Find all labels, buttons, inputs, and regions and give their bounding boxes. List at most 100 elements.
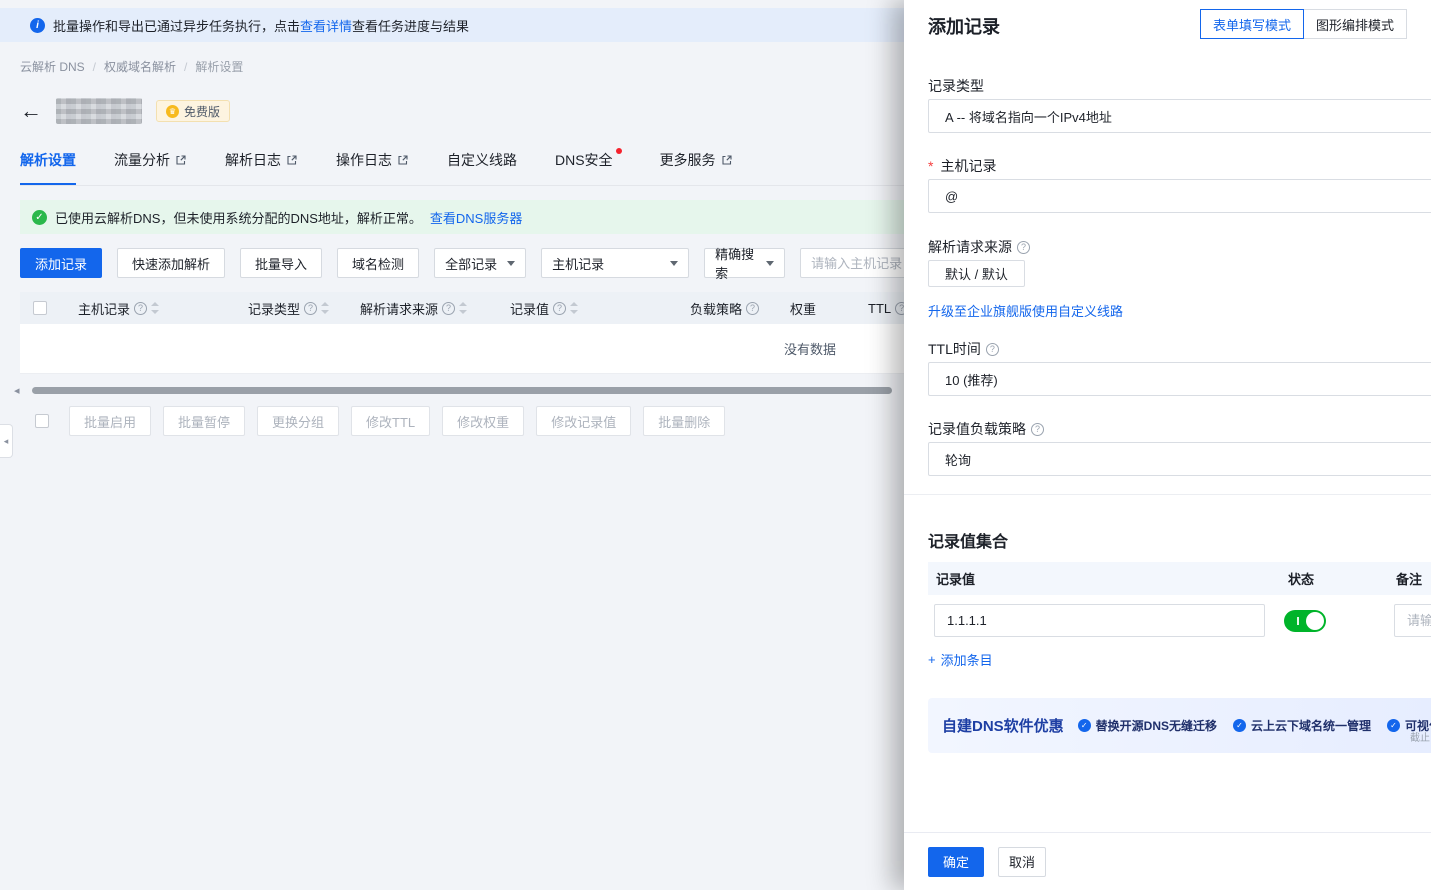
batch-enable-button[interactable]: 批量启用 <box>69 406 152 436</box>
notice-detail-link[interactable]: 查看详情 <box>300 19 352 34</box>
promo-points: ✓ 替换开源DNS无缝迁移 ✓ 云上云下域名统一管理 ✓ 可视化运维 <box>1077 717 1431 734</box>
section-divider <box>904 494 1431 495</box>
breadcrumb-separator: / <box>184 59 188 74</box>
sort-icon[interactable] <box>459 302 468 314</box>
help-icon[interactable]: ? <box>134 301 148 315</box>
column-header-host: 主机记录 <box>78 301 131 317</box>
record-set-col-remark: 备注 <box>1396 572 1423 587</box>
policy-select[interactable]: 轮询 <box>928 442 1431 476</box>
tab-label: 操作日志 <box>336 152 392 168</box>
change-group-button[interactable]: 更换分组 <box>257 406 340 436</box>
line-default-chip[interactable]: 默认 / 默认 <box>928 260 1025 287</box>
tab-label: DNS安全 <box>555 152 613 168</box>
free-plan-label: 免费版 <box>184 104 221 119</box>
help-icon[interactable]: ? <box>442 301 456 315</box>
chevron-down-icon <box>766 260 775 266</box>
search-mode-value: 精确搜索 <box>715 247 755 281</box>
horizontal-scrollbar-thumb[interactable] <box>32 387 892 394</box>
notification-dot <box>615 148 622 154</box>
drawer-title: 添加记录 <box>928 17 1000 37</box>
policy-value: 轮询 <box>945 452 972 468</box>
promo-point-label: 替换开源DNS无缝迁移 <box>1095 719 1218 733</box>
batch-actions-bar: 批量启用 批量暂停 更换分组 修改TTL 修改权重 修改记录值 批量删除 <box>35 406 726 436</box>
graph-mode-button[interactable]: 图形编排模式 <box>1302 9 1407 39</box>
record-type-select[interactable]: A -- 将域名指向一个IPv4地址 <box>928 99 1431 133</box>
panel-collapse-handle[interactable]: ◂ <box>0 424 13 458</box>
help-icon[interactable]: ? <box>1017 240 1030 254</box>
help-icon[interactable]: ? <box>1031 422 1044 436</box>
tab-dns-security[interactable]: DNS安全 <box>555 148 622 183</box>
breadcrumb-item-settings: 解析设置 <box>195 60 244 74</box>
line-label-text: 解析请求来源 <box>928 239 1012 255</box>
form-mode-button[interactable]: 表单填写模式 <box>1199 9 1304 39</box>
search-mode-select[interactable]: 精确搜索 <box>704 247 786 281</box>
batch-select-checkbox[interactable] <box>35 414 49 428</box>
promo-banner[interactable]: 自建DNS软件优惠 ✓ 替换开源DNS无缝迁移 ✓ 云上云下域名统一管理 ✓ 可… <box>928 698 1431 753</box>
sort-icon[interactable] <box>321 302 330 314</box>
record-type-value: A -- 将域名指向一个IPv4地址 <box>945 109 1112 125</box>
modify-value-button[interactable]: 修改记录值 <box>536 406 632 436</box>
check-icon: ✓ <box>1233 719 1247 732</box>
notice-text-prefix: 批量操作和导出已通过异步任务执行，点击 <box>53 18 301 34</box>
external-link-icon <box>722 155 732 165</box>
record-type-label-text: 记录类型 <box>928 78 984 94</box>
breadcrumb-item-dns[interactable]: 云解析 DNS <box>20 58 85 75</box>
help-icon[interactable]: ? <box>553 301 567 315</box>
sort-icon[interactable] <box>570 302 579 314</box>
domain-name-redacted <box>56 98 142 124</box>
host-record-input[interactable] <box>928 179 1431 213</box>
promo-title: 自建DNS软件优惠 <box>942 718 1064 735</box>
select-all-checkbox[interactable] <box>33 301 47 315</box>
record-type-label: 记录类型 <box>928 76 984 96</box>
record-value-input[interactable] <box>934 604 1265 637</box>
help-icon[interactable]: ? <box>985 342 999 356</box>
host-record-filter-select[interactable]: 主机记录 <box>541 248 690 278</box>
sort-icon[interactable] <box>151 302 160 314</box>
column-header-line: 解析请求来源 <box>360 301 439 317</box>
tab-more-services[interactable]: 更多服务 <box>660 150 733 183</box>
back-arrow-icon[interactable]: ← <box>20 100 42 122</box>
tab-label: 自定义线路 <box>447 152 517 168</box>
record-type-filter-select[interactable]: 全部记录 <box>434 248 527 278</box>
domain-check-button[interactable]: 域名检测 <box>337 248 420 278</box>
line-label: 解析请求来源 ? <box>928 237 1030 257</box>
add-record-button[interactable]: 添加记录 <box>20 248 103 278</box>
tab-operation-logs[interactable]: 操作日志 <box>336 150 409 183</box>
batch-import-button[interactable]: 批量导入 <box>240 248 323 278</box>
upgrade-custom-line-link[interactable]: 升级至企业旗舰版使用自定义线路 <box>928 301 1123 320</box>
add-entry-link[interactable]: + 添加条目 <box>928 650 993 669</box>
host-record-label-text: 主机记录 <box>940 158 997 174</box>
policy-label: 记录值负载策略 ? <box>928 419 1044 439</box>
cancel-button[interactable]: 取消 <box>998 846 1046 877</box>
modify-weight-button[interactable]: 修改权重 <box>442 406 525 436</box>
batch-pause-button[interactable]: 批量暂停 <box>163 406 246 436</box>
record-status-toggle[interactable] <box>1284 610 1326 632</box>
column-header-type: 记录类型 <box>248 301 301 317</box>
promo-point: ✓ 替换开源DNS无缝迁移 <box>1077 717 1218 734</box>
view-dns-servers-link[interactable]: 查看DNS服务器 <box>430 208 522 227</box>
record-remark-input[interactable] <box>1394 604 1431 637</box>
breadcrumb-item-authoritative[interactable]: 权威域名解析 <box>104 58 176 75</box>
batch-delete-button[interactable]: 批量删除 <box>643 406 726 436</box>
tab-resolution-settings[interactable]: 解析设置 <box>20 150 76 185</box>
column-header-policy: 负载策略 <box>690 301 743 317</box>
tab-label: 解析设置 <box>20 152 76 168</box>
external-link-icon <box>287 155 297 165</box>
mode-toggle: 表单填写模式 图形编排模式 <box>1199 9 1407 39</box>
dns-status-text: 已使用云解析DNS，但未使用系统分配的DNS地址，解析正常。 <box>55 210 422 226</box>
tab-resolution-logs[interactable]: 解析日志 <box>225 150 298 183</box>
tab-traffic-analysis[interactable]: 流量分析 <box>114 150 187 183</box>
check-icon: ✓ <box>1077 719 1091 732</box>
drawer-footer: 确定 取消 <box>904 832 1431 890</box>
help-icon[interactable]: ? <box>746 301 760 315</box>
confirm-button[interactable]: 确定 <box>928 846 984 877</box>
success-check-icon: ✓ <box>32 209 47 225</box>
modify-ttl-button[interactable]: 修改TTL <box>351 406 431 436</box>
column-header-ttl: TTL <box>868 300 892 316</box>
help-icon[interactable]: ? <box>304 301 318 315</box>
scroll-left-button[interactable]: ◂ <box>14 384 20 397</box>
external-link-icon <box>176 155 186 165</box>
quick-add-button[interactable]: 快速添加解析 <box>117 248 226 278</box>
ttl-select[interactable]: 10 (推荐) <box>928 362 1431 396</box>
tab-custom-lines[interactable]: 自定义线路 <box>447 150 517 183</box>
